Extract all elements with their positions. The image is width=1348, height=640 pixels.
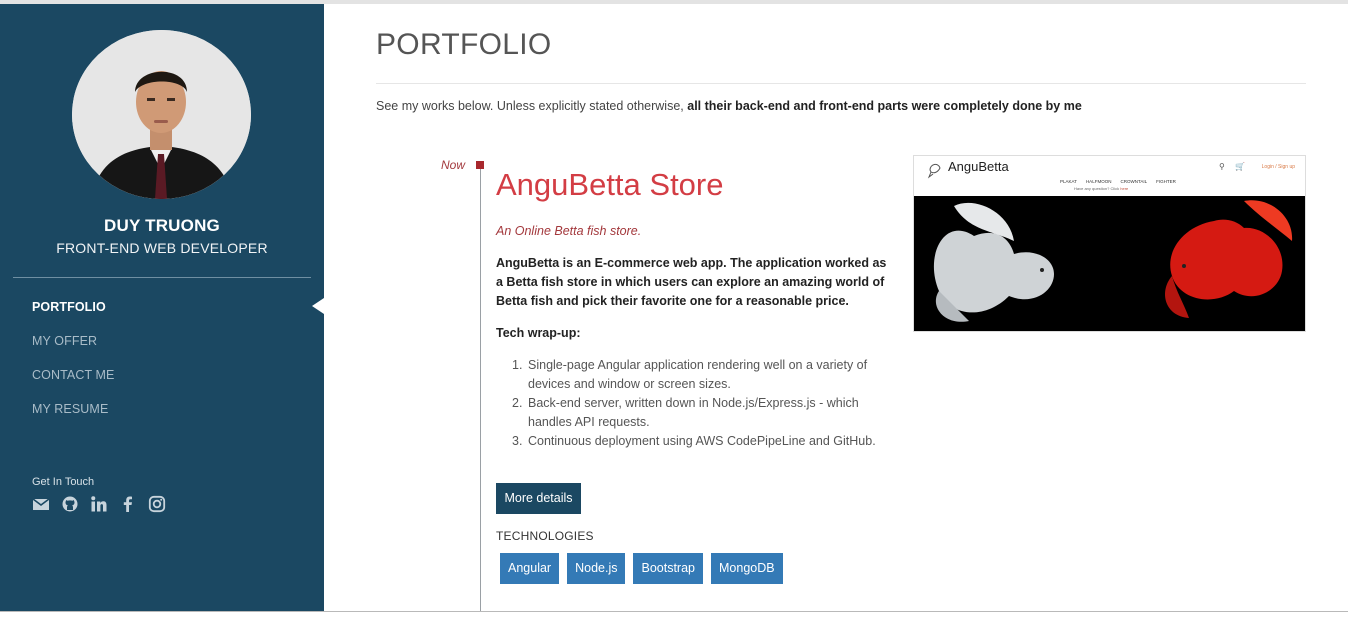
tech-points-list: 1. Single-page Angular application render… [512, 356, 882, 451]
intro-bold: all their back-end and front-end parts w… [687, 99, 1082, 113]
project-title: AnguBetta Store [496, 167, 724, 202]
more-details-button[interactable]: More details [496, 483, 581, 514]
intro-text: See my works below. Unless explicitly st… [376, 99, 1082, 113]
nav-item-portfolio[interactable]: PORTFOLIO [32, 300, 114, 334]
avatar [72, 30, 251, 199]
timeline-marker [476, 161, 484, 169]
sidebar-divider [13, 277, 311, 278]
profile-name: DUY TRUONG [104, 216, 220, 235]
instagram-icon[interactable] [148, 495, 166, 513]
list-item: 3. Continuous deployment using AWS CodePi… [512, 434, 876, 448]
fish-logo-icon [926, 160, 944, 180]
facebook-icon[interactable] [119, 495, 137, 513]
active-nav-indicator [312, 298, 324, 314]
technology-tags: Angular Node.js Bootstrap MongoDB [500, 553, 783, 584]
preview-brand: AnguBetta [948, 159, 1009, 174]
linkedin-icon[interactable] [90, 495, 108, 513]
project-subtitle: An Online Betta fish store. [496, 224, 642, 238]
technologies-label: TECHNOLOGIES [496, 529, 594, 543]
betta-fish-banner [914, 196, 1305, 331]
list-item: 1. Single-page Angular application render… [512, 358, 868, 391]
bottom-border [0, 611, 1348, 612]
profile-role: FRONT-END WEB DEVELOPER [56, 240, 268, 256]
tech-wrap-up-heading: Tech wrap-up: [496, 326, 581, 340]
sidebar-nav: PORTFOLIO MY OFFER CONTACT ME MY RESUME [32, 300, 114, 436]
nav-item-contact-me[interactable]: CONTACT ME [32, 368, 114, 402]
preview-login-link: Login / Sign up [1261, 164, 1295, 170]
timeline-label: Now [441, 158, 466, 172]
tech-tag-mongodb: MongoDB [711, 553, 783, 584]
github-icon[interactable] [61, 495, 79, 513]
list-item: 2. Back-end server, written down in Node.… [512, 396, 859, 429]
profile-photo [72, 30, 251, 199]
page-title: PORTFOLIO [376, 28, 552, 61]
project-description: AnguBetta is an E-commerce web app. The … [496, 256, 887, 308]
project-preview-image[interactable]: AnguBetta ⚲ 🛒 Login / Sign up PLAKAT HAL… [913, 155, 1306, 332]
nav-item-my-resume[interactable]: MY RESUME [32, 402, 114, 436]
email-icon[interactable] [32, 495, 50, 513]
get-in-touch-label: Get In Touch [32, 476, 95, 488]
preview-help-text: Have any question? Click here [1074, 186, 1129, 191]
intro-plain: See my works below. Unless explicitly st… [376, 99, 684, 113]
tech-tag-nodejs: Node.js [567, 553, 626, 584]
tech-tag-angular: Angular [500, 553, 560, 584]
nav-item-my-offer[interactable]: MY OFFER [32, 334, 114, 368]
tech-tag-bootstrap: Bootstrap [633, 553, 703, 584]
preview-search-cart-icons: ⚲ 🛒 [1218, 162, 1249, 171]
timeline-line [480, 163, 481, 611]
social-links [32, 495, 166, 513]
preview-nav: PLAKAT HALFMOON CROWNTAIL FIGHTER [1060, 179, 1176, 184]
title-divider [376, 83, 1306, 84]
sidebar: DUY TRUONG FRONT-END WEB DEVELOPER PORTF… [0, 4, 324, 612]
